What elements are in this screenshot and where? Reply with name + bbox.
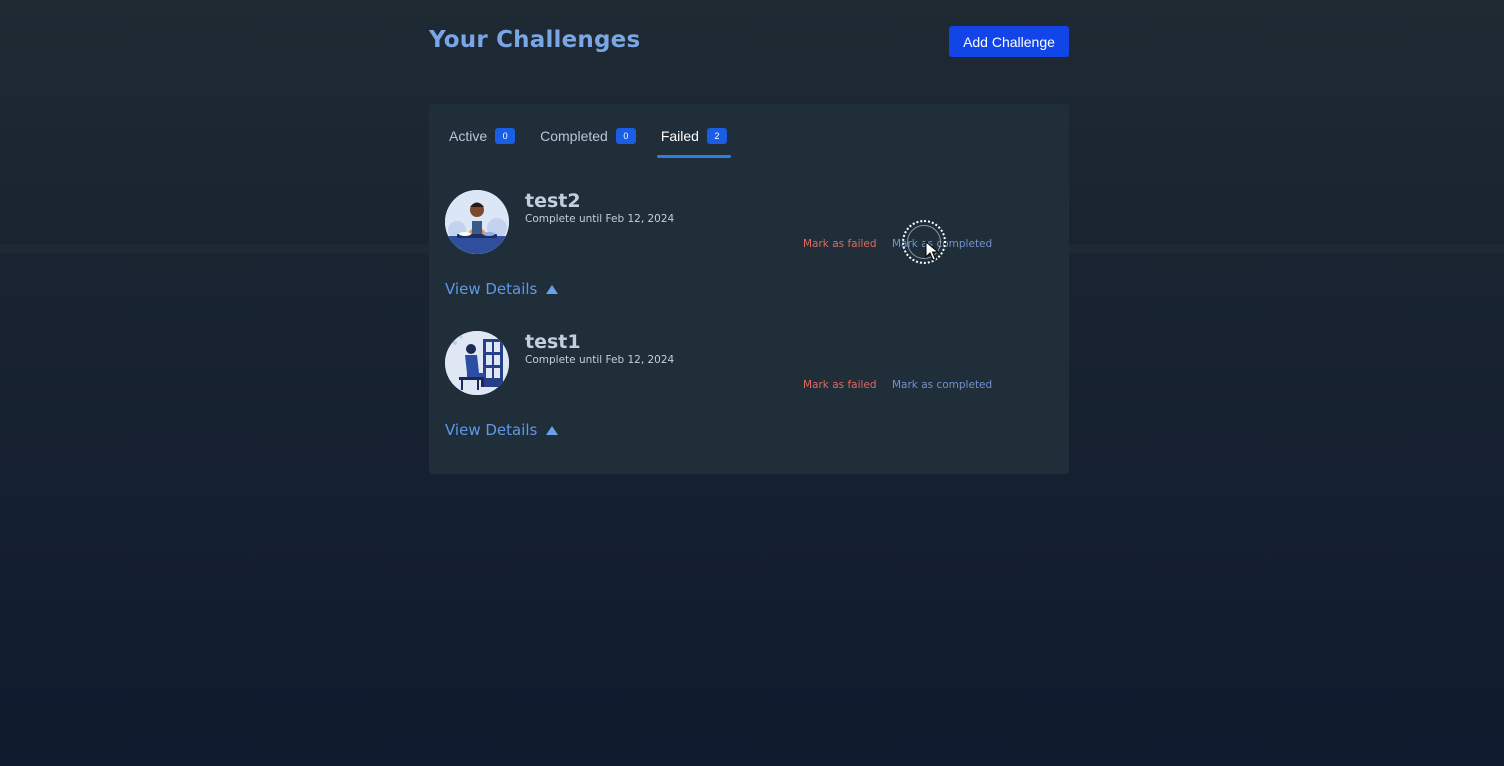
- challenge-item: test2 Complete until Feb 12, 2024 Mark a…: [445, 190, 1045, 320]
- challenge-name: test2: [525, 190, 581, 212]
- challenge-deadline: Complete until Feb 12, 2024: [525, 213, 675, 225]
- count-badge: 0: [495, 128, 516, 144]
- challenge-item: test1 Complete until Feb 12, 2024 Mark a…: [445, 331, 1045, 461]
- person-cooking-icon: [445, 190, 509, 254]
- count-badge: 2: [706, 128, 727, 144]
- tab-label: Failed: [660, 128, 699, 144]
- count-badge: 0: [615, 128, 636, 144]
- view-details-label: View Details: [445, 280, 538, 298]
- page-title: Your Challenges: [429, 27, 641, 53]
- status-tabs: Active 0 Completed 0 Failed 2: [445, 126, 748, 158]
- challenge-deadline: Complete until Feb 12, 2024: [525, 354, 675, 366]
- tab-label: Active: [449, 128, 488, 144]
- tab-failed[interactable]: Failed 2: [656, 126, 732, 158]
- view-details-label: View Details: [445, 421, 538, 439]
- tab-completed[interactable]: Completed 0: [536, 126, 640, 158]
- caret-up-icon: [546, 425, 559, 435]
- caret-up-icon: [546, 284, 559, 294]
- mark-completed-link[interactable]: Mark as completed: [892, 238, 992, 250]
- view-details-toggle[interactable]: View Details: [445, 280, 559, 298]
- mark-completed-link[interactable]: Mark as completed: [892, 379, 992, 391]
- view-details-toggle[interactable]: View Details: [445, 421, 559, 439]
- add-challenge-button[interactable]: Add Challenge: [949, 26, 1069, 57]
- person-sitting-icon: [445, 331, 509, 395]
- mark-failed-link[interactable]: Mark as failed: [803, 379, 877, 391]
- tab-active[interactable]: Active 0: [445, 126, 519, 158]
- challenges-panel: Active 0 Completed 0 Failed 2 test2 Comp…: [429, 104, 1069, 474]
- mark-failed-link[interactable]: Mark as failed: [803, 238, 877, 250]
- tab-label: Completed: [540, 128, 608, 144]
- challenge-name: test1: [525, 331, 581, 353]
